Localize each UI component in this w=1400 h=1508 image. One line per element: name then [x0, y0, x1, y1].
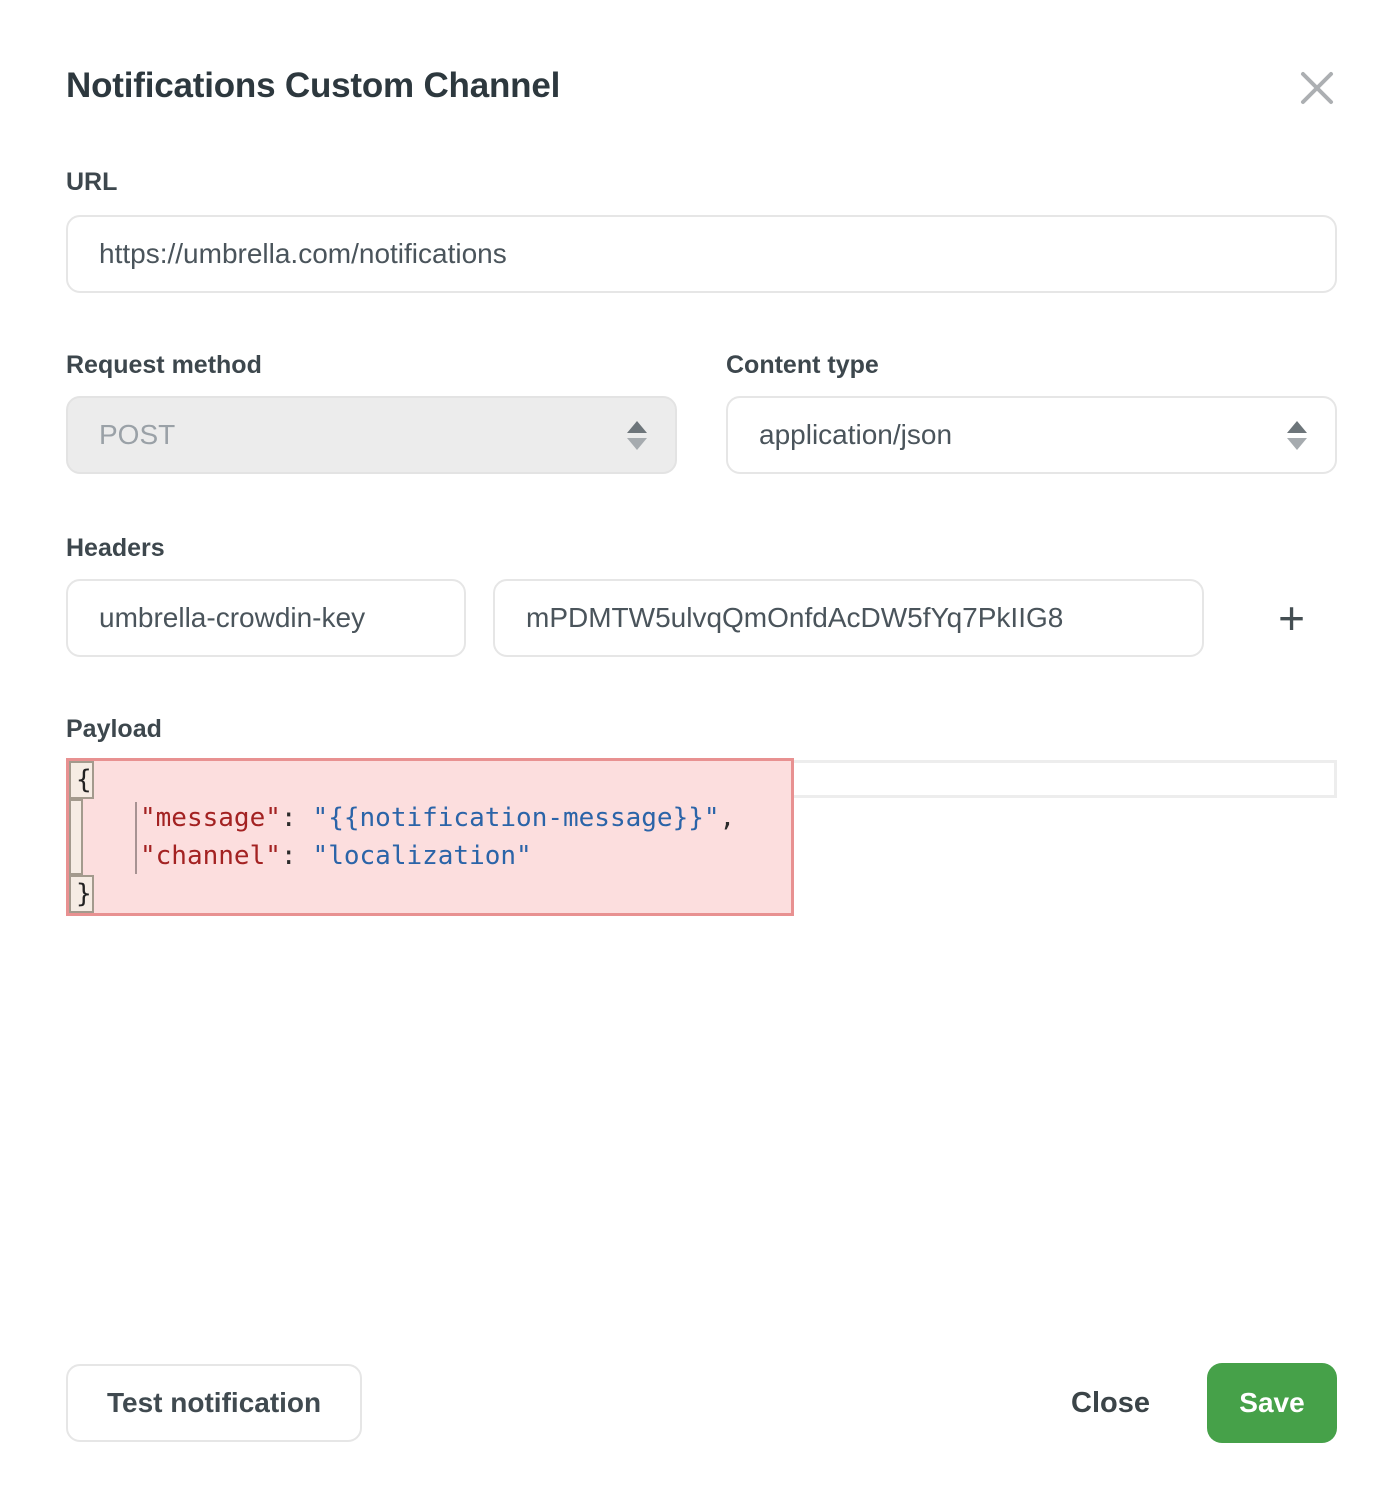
close-button[interactable]: Close [1071, 1387, 1150, 1420]
arrow-down-icon [1287, 438, 1307, 450]
channel-key-token: "channel" [140, 841, 281, 871]
request-method-label: Request method [66, 351, 677, 380]
channel-value-token: "localization" [313, 841, 532, 871]
arrow-down-icon [627, 438, 647, 450]
select-arrows-icon [1287, 421, 1307, 450]
arrow-up-icon [1287, 421, 1307, 433]
code-line-3: "channel": "localization" [69, 837, 791, 875]
request-method-field: Request method POST [66, 351, 677, 474]
message-key-token: "message" [140, 803, 281, 833]
add-header-button[interactable]: + [1268, 579, 1315, 657]
headers-row: + [66, 563, 1337, 657]
payload-label: Payload [66, 715, 1337, 744]
comma-token: , [720, 803, 736, 833]
modal-header: Notifications Custom Channel [66, 0, 1337, 108]
select-arrows-icon [627, 421, 647, 450]
url-label: URL [66, 168, 1337, 197]
code-line-2: "message": "{{notification-message}}", [69, 799, 791, 837]
payload-error-highlight: { } "message":"{{notification-message}}"… [66, 758, 794, 916]
code-line-4 [69, 875, 791, 913]
url-input[interactable] [66, 215, 1337, 293]
close-icon[interactable] [1297, 68, 1337, 108]
close-x-glyph [1300, 71, 1334, 105]
method-content-row: Request method POST Content type applica… [66, 351, 1337, 474]
code-line-1 [69, 761, 791, 799]
payload-editor[interactable]: { } "message":"{{notification-message}}"… [66, 758, 1337, 918]
colon-token: : [281, 803, 297, 833]
content-type-label: Content type [726, 351, 1337, 380]
request-method-select[interactable]: POST [66, 396, 677, 474]
test-notification-button[interactable]: Test notification [66, 1364, 362, 1442]
content-type-value: application/json [759, 419, 952, 451]
request-method-value: POST [99, 419, 175, 451]
notifications-custom-channel-modal: Notifications Custom Channel URL Request… [0, 0, 1400, 1508]
save-button[interactable]: Save [1207, 1363, 1337, 1443]
header-value-input[interactable] [493, 579, 1204, 657]
content-type-field: Content type application/json [726, 351, 1337, 474]
headers-label: Headers [66, 534, 1337, 563]
colon-token: : [281, 841, 297, 871]
modal-footer: Test notification Close Save [66, 1363, 1337, 1443]
add-header-wrap: + [1204, 563, 1337, 657]
message-value-token: "{{notification-message}}" [313, 803, 720, 833]
arrow-up-icon [627, 421, 647, 433]
content-type-select[interactable]: application/json [726, 396, 1337, 474]
modal-title: Notifications Custom Channel [66, 66, 560, 106]
header-key-input[interactable] [66, 579, 466, 657]
